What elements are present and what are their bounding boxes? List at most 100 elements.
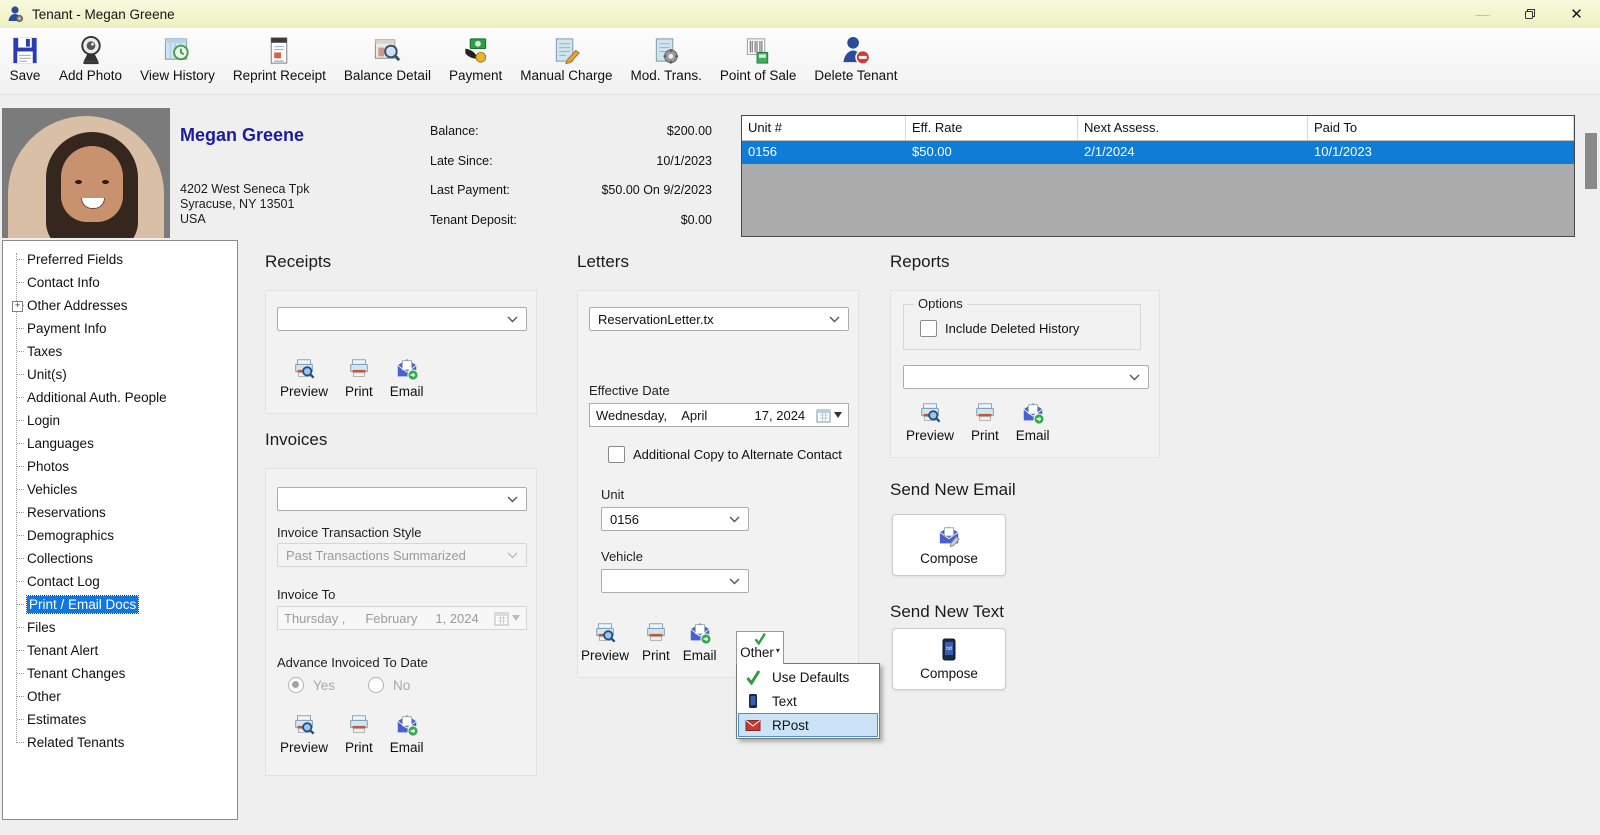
invoices-preview-button[interactable]: Preview	[280, 713, 328, 755]
tenant-app-icon	[7, 5, 25, 23]
document-pencil-icon	[556, 38, 581, 65]
sidebar-item-tenant-changes[interactable]: Tenant Changes	[3, 662, 237, 685]
receipts-dropdown[interactable]	[277, 307, 527, 331]
compose-text-button[interactable]: txt Compose	[892, 628, 1006, 690]
printer-magnifier-icon	[295, 715, 315, 735]
sidebar-item-contact-info[interactable]: Contact Info	[3, 271, 237, 294]
menu-item-rpost[interactable]: RPost	[738, 713, 878, 737]
tenant-address: 4202 West Seneca Tpk Syracuse, NY 13501 …	[180, 182, 310, 226]
yes-radio	[288, 677, 304, 693]
vehicle-dropdown[interactable]	[601, 569, 749, 593]
invoices-email-button[interactable]: Email	[390, 713, 424, 755]
sidebar-item-files[interactable]: Files	[3, 616, 237, 639]
delete-tenant-button[interactable]: Delete Tenant	[805, 33, 906, 83]
tenant-name: Megan Greene	[180, 125, 305, 145]
include-deleted-checkbox[interactable]	[920, 320, 937, 337]
point-of-sale-button[interactable]: Point of Sale	[711, 33, 806, 83]
reprint-receipt-button[interactable]: Reprint Receipt	[224, 33, 335, 83]
invoices-heading: Invoices	[265, 430, 328, 449]
reports-dropdown[interactable]	[903, 365, 1149, 389]
letters-dropdown[interactable]: ReservationLetter.tx	[589, 307, 849, 331]
no-radio	[368, 677, 385, 693]
receipts-preview-button[interactable]: Preview	[280, 357, 328, 399]
tenant-photo	[2, 108, 170, 238]
close-button[interactable]: ✕	[1553, 0, 1600, 28]
printer-magnifier-icon	[921, 403, 941, 423]
sidebar-item-vehicles[interactable]: Vehicles	[3, 478, 237, 501]
vehicle-label: Vehicle	[601, 549, 643, 564]
reports-email-button[interactable]: Email	[1016, 401, 1050, 443]
receipts-email-button[interactable]: Email	[390, 357, 424, 399]
receipts-heading: Receipts	[265, 252, 332, 271]
sidebar-item-taxes[interactable]: Taxes	[3, 340, 237, 363]
save-button[interactable]: Save	[0, 33, 50, 83]
printer-icon	[350, 359, 368, 377]
letters-other-button[interactable]: Other ▾	[736, 631, 784, 664]
units-table: Unit # Eff. Rate Next Assess. Paid To 01…	[741, 115, 1575, 237]
sidebar-item-units[interactable]: Unit(s)	[3, 363, 237, 386]
menu-item-text[interactable]: Text	[738, 689, 878, 713]
manual-charge-button[interactable]: Manual Charge	[511, 33, 621, 83]
sidebar-item-related-tenants[interactable]: Related Tenants	[3, 731, 237, 754]
sidebar-item-contact-log[interactable]: Contact Log	[3, 570, 237, 593]
options-legend: Options	[914, 296, 967, 311]
balance-row: Late Since: 10/1/2023	[430, 153, 712, 168]
reports-preview-button[interactable]: Preview	[906, 401, 954, 443]
sidebar-item-preferred-fields[interactable]: Preferred Fields	[3, 248, 237, 271]
receipts-panel: Preview Print Email	[265, 290, 537, 414]
table-scrollbar-thumb[interactable]	[1585, 133, 1597, 189]
window-clock-icon	[165, 38, 190, 61]
unit-dropdown[interactable]: 0156	[601, 507, 749, 531]
hand-money-icon	[464, 38, 487, 63]
calendar-icon[interactable]	[816, 408, 842, 423]
mod-trans-button[interactable]: Mod. Trans.	[622, 33, 711, 83]
window-magnifier-icon	[375, 39, 401, 62]
sidebar-item-estimates[interactable]: Estimates	[3, 708, 237, 731]
expand-plus-icon[interactable]: +	[12, 301, 23, 312]
sidebar-item-languages[interactable]: Languages	[3, 432, 237, 455]
effective-date-datepicker[interactable]: Wednesday, April 17, 2024	[589, 403, 849, 427]
title-bar: Tenant - Megan Greene — ✕	[0, 0, 1600, 28]
invoices-dropdown[interactable]	[277, 487, 527, 511]
chevron-down-icon	[729, 578, 740, 584]
table-row[interactable]: 0156 $50.00 2/1/2024 10/1/2023	[742, 141, 1574, 164]
sidebar-item-tenant-alert[interactable]: Tenant Alert	[3, 639, 237, 662]
menu-item-use-defaults[interactable]: Use Defaults	[738, 665, 878, 689]
sidebar-item-login[interactable]: Login	[3, 409, 237, 432]
view-history-button[interactable]: View History	[131, 33, 224, 83]
sidebar-item-demographics[interactable]: Demographics	[3, 524, 237, 547]
alt-copy-checkbox[interactable]	[608, 446, 625, 463]
sidebar-item-payment-info[interactable]: Payment Info	[3, 317, 237, 340]
invoices-print-button[interactable]: Print	[345, 713, 373, 755]
letters-print-button[interactable]: Print	[642, 621, 670, 663]
printer-magnifier-icon	[596, 623, 616, 643]
letters-preview-button[interactable]: Preview	[581, 621, 629, 663]
email-send-icon	[1023, 403, 1045, 425]
window-title: Tenant - Megan Greene	[32, 6, 175, 22]
add-photo-button[interactable]: Add Photo	[50, 33, 131, 83]
restore-button[interactable]	[1506, 0, 1553, 28]
balance-row: Tenant Deposit: $0.00	[430, 212, 712, 227]
letters-email-button[interactable]: Email	[683, 621, 717, 663]
compose-email-button[interactable]: Compose	[892, 514, 1006, 576]
receipts-print-button[interactable]: Print	[345, 357, 373, 399]
printer-icon	[647, 623, 665, 641]
reports-print-button[interactable]: Print	[971, 401, 999, 443]
sidebar-item-photos[interactable]: Photos	[3, 455, 237, 478]
balance-detail-button[interactable]: Balance Detail	[335, 33, 440, 83]
sidebar-item-reservations[interactable]: Reservations	[3, 501, 237, 524]
main-toolbar: Save Add Photo View History Reprint Rece…	[0, 28, 1600, 95]
sidebar-item-collections[interactable]: Collections	[3, 547, 237, 570]
chevron-down-icon	[507, 316, 518, 322]
phone-icon	[749, 694, 757, 708]
sidebar-item-other[interactable]: Other	[3, 685, 237, 708]
include-deleted-checkbox-row[interactable]: Include Deleted History	[920, 320, 1079, 337]
sidebar-item-other-addresses[interactable]: + Other Addresses	[3, 294, 237, 317]
email-send-icon	[690, 623, 712, 645]
sidebar-item-additional-auth-people[interactable]: Additional Auth. People	[3, 386, 237, 409]
sidebar-item-print-email-docs[interactable]: Print / Email Docs	[3, 593, 237, 616]
alt-copy-checkbox-row[interactable]: Additional Copy to Alternate Contact	[608, 446, 842, 463]
email-send-icon	[397, 715, 419, 737]
payment-button[interactable]: Payment	[440, 33, 511, 83]
unit-label: Unit	[601, 487, 625, 502]
